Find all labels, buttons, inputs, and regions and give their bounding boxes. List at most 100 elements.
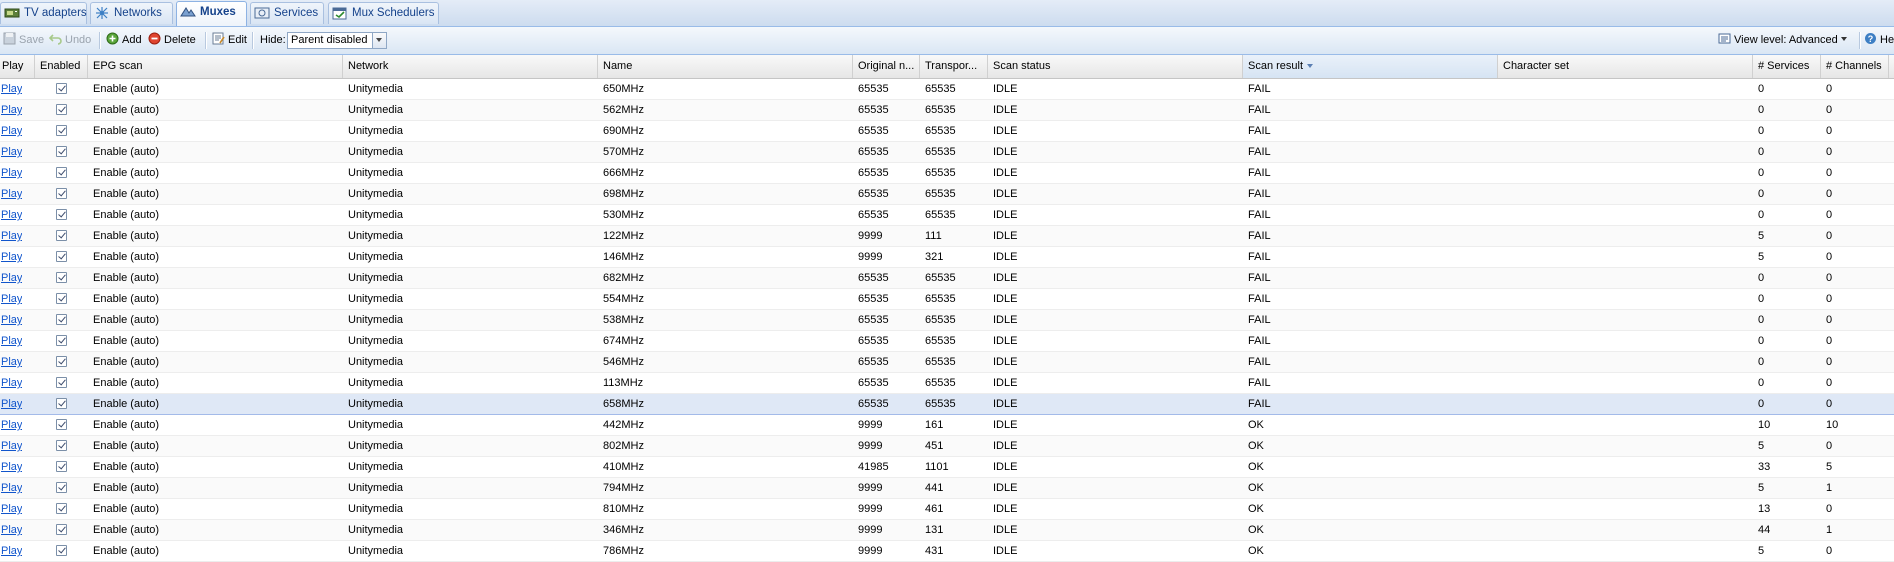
table-row[interactable]: Play Enable (auto) Unitymedia 562MHz 65535 65…: [0, 100, 1894, 121]
enabled-checkbox[interactable]: [56, 335, 67, 346]
enabled-checkbox[interactable]: [56, 272, 67, 283]
table-row[interactable]: Play Enable (auto) Unitymedia 146MHz 9999 321…: [0, 247, 1894, 268]
toolbar-separator: [99, 32, 101, 49]
play-link[interactable]: Play: [1, 457, 22, 477]
column-header-network[interactable]: Network: [343, 55, 598, 78]
edit-button[interactable]: Edit: [212, 32, 247, 49]
table-row[interactable]: Play Enable (auto) Unitymedia 122MHz 9999 111…: [0, 226, 1894, 247]
play-link[interactable]: Play: [1, 415, 22, 435]
table-row[interactable]: Play Enable (auto) Unitymedia 802MHz 9999 451…: [0, 436, 1894, 457]
column-header-channels[interactable]: # Channels: [1821, 55, 1889, 78]
table-row[interactable]: Play Enable (auto) Unitymedia 810MHz 9999 461…: [0, 499, 1894, 520]
add-button[interactable]: Add: [106, 32, 142, 49]
column-header-character-set[interactable]: Character set: [1498, 55, 1753, 78]
table-row[interactable]: Play Enable (auto) Unitymedia 554MHz 65535 65…: [0, 289, 1894, 310]
column-header-epg-scan[interactable]: EPG scan: [88, 55, 343, 78]
play-link[interactable]: Play: [1, 163, 22, 183]
hide-select[interactable]: Parent disabled: [287, 32, 387, 49]
column-header-original-network-id[interactable]: Original n...: [853, 55, 920, 78]
column-header-services[interactable]: # Services: [1753, 55, 1821, 78]
play-link[interactable]: Play: [1, 331, 22, 351]
play-link[interactable]: Play: [1, 121, 22, 141]
enabled-checkbox[interactable]: [56, 545, 67, 556]
enabled-checkbox[interactable]: [56, 398, 67, 409]
enabled-checkbox[interactable]: [56, 104, 67, 115]
column-header-transport-stream-id[interactable]: Transpor...: [920, 55, 988, 78]
enabled-checkbox[interactable]: [56, 167, 67, 178]
table-row[interactable]: Play Enable (auto) Unitymedia 698MHz 65535 65…: [0, 184, 1894, 205]
play-link[interactable]: Play: [1, 247, 22, 267]
table-row[interactable]: Play Enable (auto) Unitymedia 794MHz 9999 441…: [0, 478, 1894, 499]
tab-tv-adapters[interactable]: TV adapters: [0, 2, 87, 24]
play-link[interactable]: Play: [1, 184, 22, 204]
table-row[interactable]: Play Enable (auto) Unitymedia 650MHz 65535 65…: [0, 79, 1894, 100]
scan-result-cell: OK: [1248, 440, 1264, 452]
table-row[interactable]: Play Enable (auto) Unitymedia 410MHz 41985 11…: [0, 457, 1894, 478]
table-row[interactable]: Play Enable (auto) Unitymedia 682MHz 65535 65…: [0, 268, 1894, 289]
table-row[interactable]: Play Enable (auto) Unitymedia 442MHz 9999 161…: [0, 415, 1894, 436]
save-button[interactable]: Save: [3, 32, 44, 49]
enabled-checkbox[interactable]: [56, 251, 67, 262]
help-button[interactable]: ? He: [1864, 32, 1894, 49]
table-row[interactable]: Play Enable (auto) Unitymedia 346MHz 9999 131…: [0, 520, 1894, 541]
play-link[interactable]: Play: [1, 289, 22, 309]
enabled-checkbox[interactable]: [56, 125, 67, 136]
play-link[interactable]: Play: [1, 310, 22, 330]
play-link[interactable]: Play: [1, 205, 22, 225]
table-row[interactable]: Play Enable (auto) Unitymedia 674MHz 65535 65…: [0, 331, 1894, 352]
table-row[interactable]: Play Enable (auto) Unitymedia 538MHz 65535 65…: [0, 310, 1894, 331]
table-row[interactable]: Play Enable (auto) Unitymedia 530MHz 65535 65…: [0, 205, 1894, 226]
play-link[interactable]: Play: [1, 373, 22, 393]
table-row[interactable]: Play Enable (auto) Unitymedia 690MHz 65535 65…: [0, 121, 1894, 142]
epg-scan-cell: Enable (auto): [93, 419, 160, 431]
enabled-checkbox[interactable]: [56, 461, 67, 472]
undo-button[interactable]: Undo: [49, 32, 91, 49]
play-link[interactable]: Play: [1, 478, 22, 498]
play-link[interactable]: Play: [1, 352, 22, 372]
delete-icon: [148, 32, 161, 45]
column-header-scan-status[interactable]: Scan status: [988, 55, 1243, 78]
scan-status-cell: IDLE: [993, 167, 1018, 179]
view-level-button[interactable]: View level: Advanced: [1718, 32, 1847, 49]
tab-services[interactable]: Services: [250, 2, 324, 24]
table-row[interactable]: Play Enable (auto) Unitymedia 570MHz 65535 65…: [0, 142, 1894, 163]
tab-networks[interactable]: Networks: [90, 2, 173, 24]
enabled-checkbox[interactable]: [56, 356, 67, 367]
enabled-checkbox[interactable]: [56, 524, 67, 535]
epg-scan-cell: Enable (auto): [93, 440, 160, 452]
enabled-checkbox[interactable]: [56, 293, 67, 304]
table-row[interactable]: Play Enable (auto) Unitymedia 658MHz 65535 65…: [0, 394, 1894, 415]
enabled-checkbox[interactable]: [56, 209, 67, 220]
play-link[interactable]: Play: [1, 520, 22, 540]
play-link[interactable]: Play: [1, 394, 22, 414]
table-row[interactable]: Play Enable (auto) Unitymedia 666MHz 65535 65…: [0, 163, 1894, 184]
column-header-name[interactable]: Name: [598, 55, 853, 78]
play-link[interactable]: Play: [1, 436, 22, 456]
enabled-checkbox[interactable]: [56, 377, 67, 388]
play-link[interactable]: Play: [1, 499, 22, 519]
tab-mux-schedulers[interactable]: Mux Schedulers: [328, 2, 439, 24]
table-row[interactable]: Play Enable (auto) Unitymedia 546MHz 65535 65…: [0, 352, 1894, 373]
enabled-checkbox[interactable]: [56, 314, 67, 325]
column-header-scan-result[interactable]: Scan result: [1243, 55, 1498, 78]
table-row[interactable]: Play Enable (auto) Unitymedia 113MHz 65535 65…: [0, 373, 1894, 394]
services-count-cell: 0: [1758, 398, 1765, 410]
enabled-checkbox[interactable]: [56, 419, 67, 430]
tab-muxes[interactable]: Muxes: [176, 1, 247, 26]
play-link[interactable]: Play: [1, 268, 22, 288]
column-header-enabled[interactable]: Enabled: [35, 55, 88, 78]
play-link[interactable]: Play: [1, 79, 22, 99]
enabled-checkbox[interactable]: [56, 230, 67, 241]
play-link[interactable]: Play: [1, 142, 22, 162]
enabled-checkbox[interactable]: [56, 503, 67, 514]
play-link[interactable]: Play: [1, 100, 22, 120]
enabled-checkbox[interactable]: [56, 146, 67, 157]
column-header-play[interactable]: Play: [0, 55, 35, 78]
enabled-checkbox[interactable]: [56, 188, 67, 199]
play-link[interactable]: Play: [1, 541, 22, 561]
enabled-checkbox[interactable]: [56, 83, 67, 94]
play-link[interactable]: Play: [1, 226, 22, 246]
delete-button[interactable]: Delete: [148, 32, 196, 49]
enabled-checkbox[interactable]: [56, 482, 67, 493]
enabled-checkbox[interactable]: [56, 440, 67, 451]
